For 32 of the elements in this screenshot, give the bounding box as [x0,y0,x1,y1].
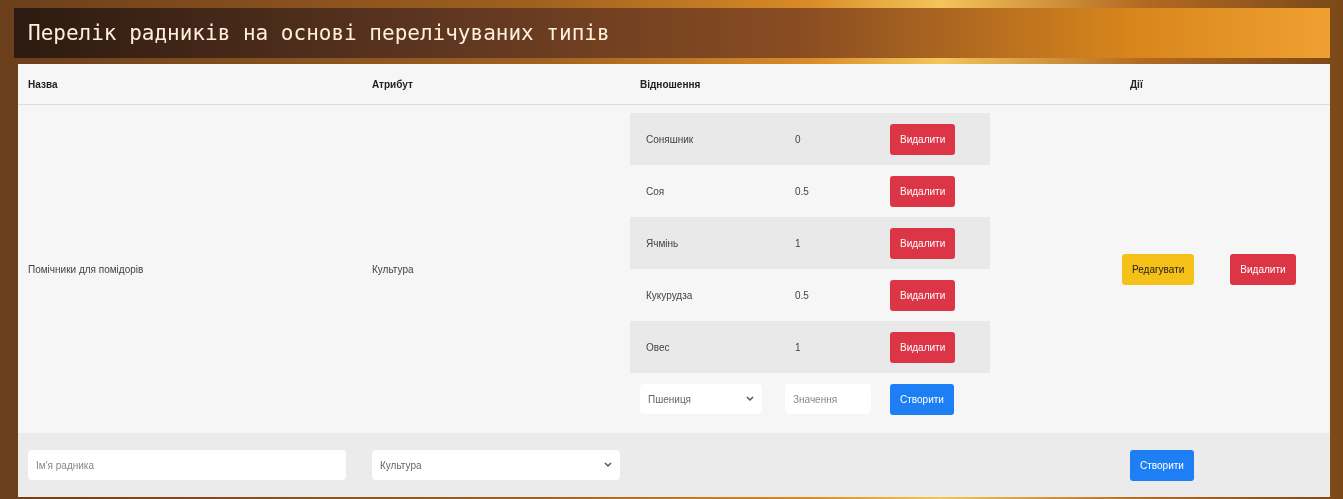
relation-value: 1 [794,237,802,249]
column-header: Відношення [639,78,702,90]
relation-value: 0 [794,133,802,145]
advisor-name-field[interactable]: Ім'я радника [28,450,346,480]
relation-value: 0.5 [794,289,810,301]
relation-name: Кукурудза [645,289,694,301]
delete-button[interactable]: Видалити [1230,253,1296,285]
delete-button[interactable]: Видалити [890,227,956,259]
attribute-select[interactable]: Культура [372,450,620,480]
delete-button[interactable]: Видалити [890,331,956,363]
table-cell-text: Культура [371,263,415,275]
relation-value: 0.5 [794,185,810,197]
value-field[interactable]: Значення [785,384,871,414]
caret-icon [746,396,754,402]
relation-name: Ячмінь [645,237,680,249]
page-title: Перелік радників на основі перелічуваних типів [28,21,610,45]
crop-select[interactable]: Пшениця [640,384,762,414]
create-button[interactable]: Створити [1130,449,1194,481]
relation-value: 1 [794,341,802,353]
caret-icon [604,462,612,468]
delete-button[interactable]: Видалити [890,175,956,207]
delete-button[interactable]: Видалити [890,279,956,311]
relation-name: Овес [645,341,671,353]
delete-button[interactable]: Видалити [890,123,956,155]
create-button[interactable]: Створити [890,383,954,415]
table-cell-text: Помічники для помідорів [27,263,145,275]
column-header: Назва [27,78,59,90]
relation-name: Соя [645,185,666,197]
relation-name: Соняшник [645,133,695,145]
edit-button[interactable]: Редагувати [1122,253,1195,285]
column-header: Атрибут [371,78,414,90]
column-header: Дії [1129,78,1144,90]
